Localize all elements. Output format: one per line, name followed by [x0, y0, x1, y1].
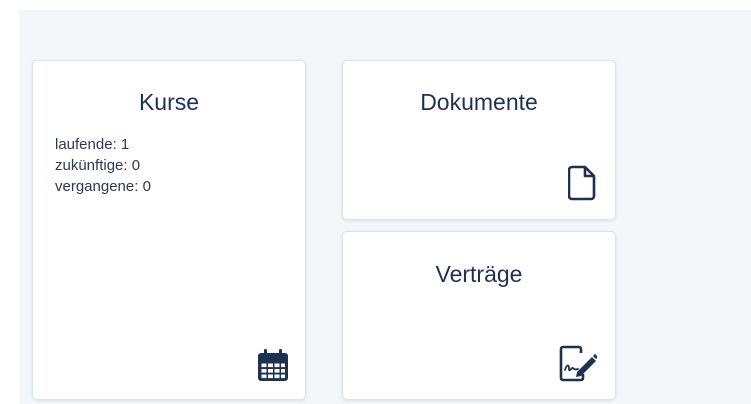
- document-icon: [568, 165, 596, 201]
- stat-zukuenftige: zukünftige0: [55, 155, 151, 176]
- calendar-icon: [258, 349, 288, 381]
- vertraege-title: Verträge: [435, 261, 523, 287]
- contract-icon: [559, 345, 597, 382]
- stat-zukuenftige-label: zukünftige: [55, 157, 132, 174]
- kurse-title: Kurse: [138, 89, 200, 115]
- dokumente-title: Dokumente: [420, 89, 538, 115]
- kurse-card[interactable]: Kurse laufende1 zukünftige0 vergangene0: [32, 60, 306, 400]
- kurse-stats: laufende1 zukünftige0 vergangene0: [55, 134, 151, 197]
- stat-vergangene-label: vergangene: [55, 178, 143, 195]
- stat-zukuenftige-value: 0: [131, 157, 141, 174]
- stat-laufende-value: 1: [120, 136, 130, 153]
- stat-laufende-label: laufende: [55, 136, 121, 153]
- vertraege-card[interactable]: Verträge: [342, 231, 616, 400]
- stat-laufende: laufende1: [55, 134, 151, 155]
- stat-vergangene-value: 0: [142, 178, 151, 195]
- dokumente-card[interactable]: Dokumente: [342, 60, 616, 220]
- stat-vergangene: vergangene0: [55, 176, 151, 197]
